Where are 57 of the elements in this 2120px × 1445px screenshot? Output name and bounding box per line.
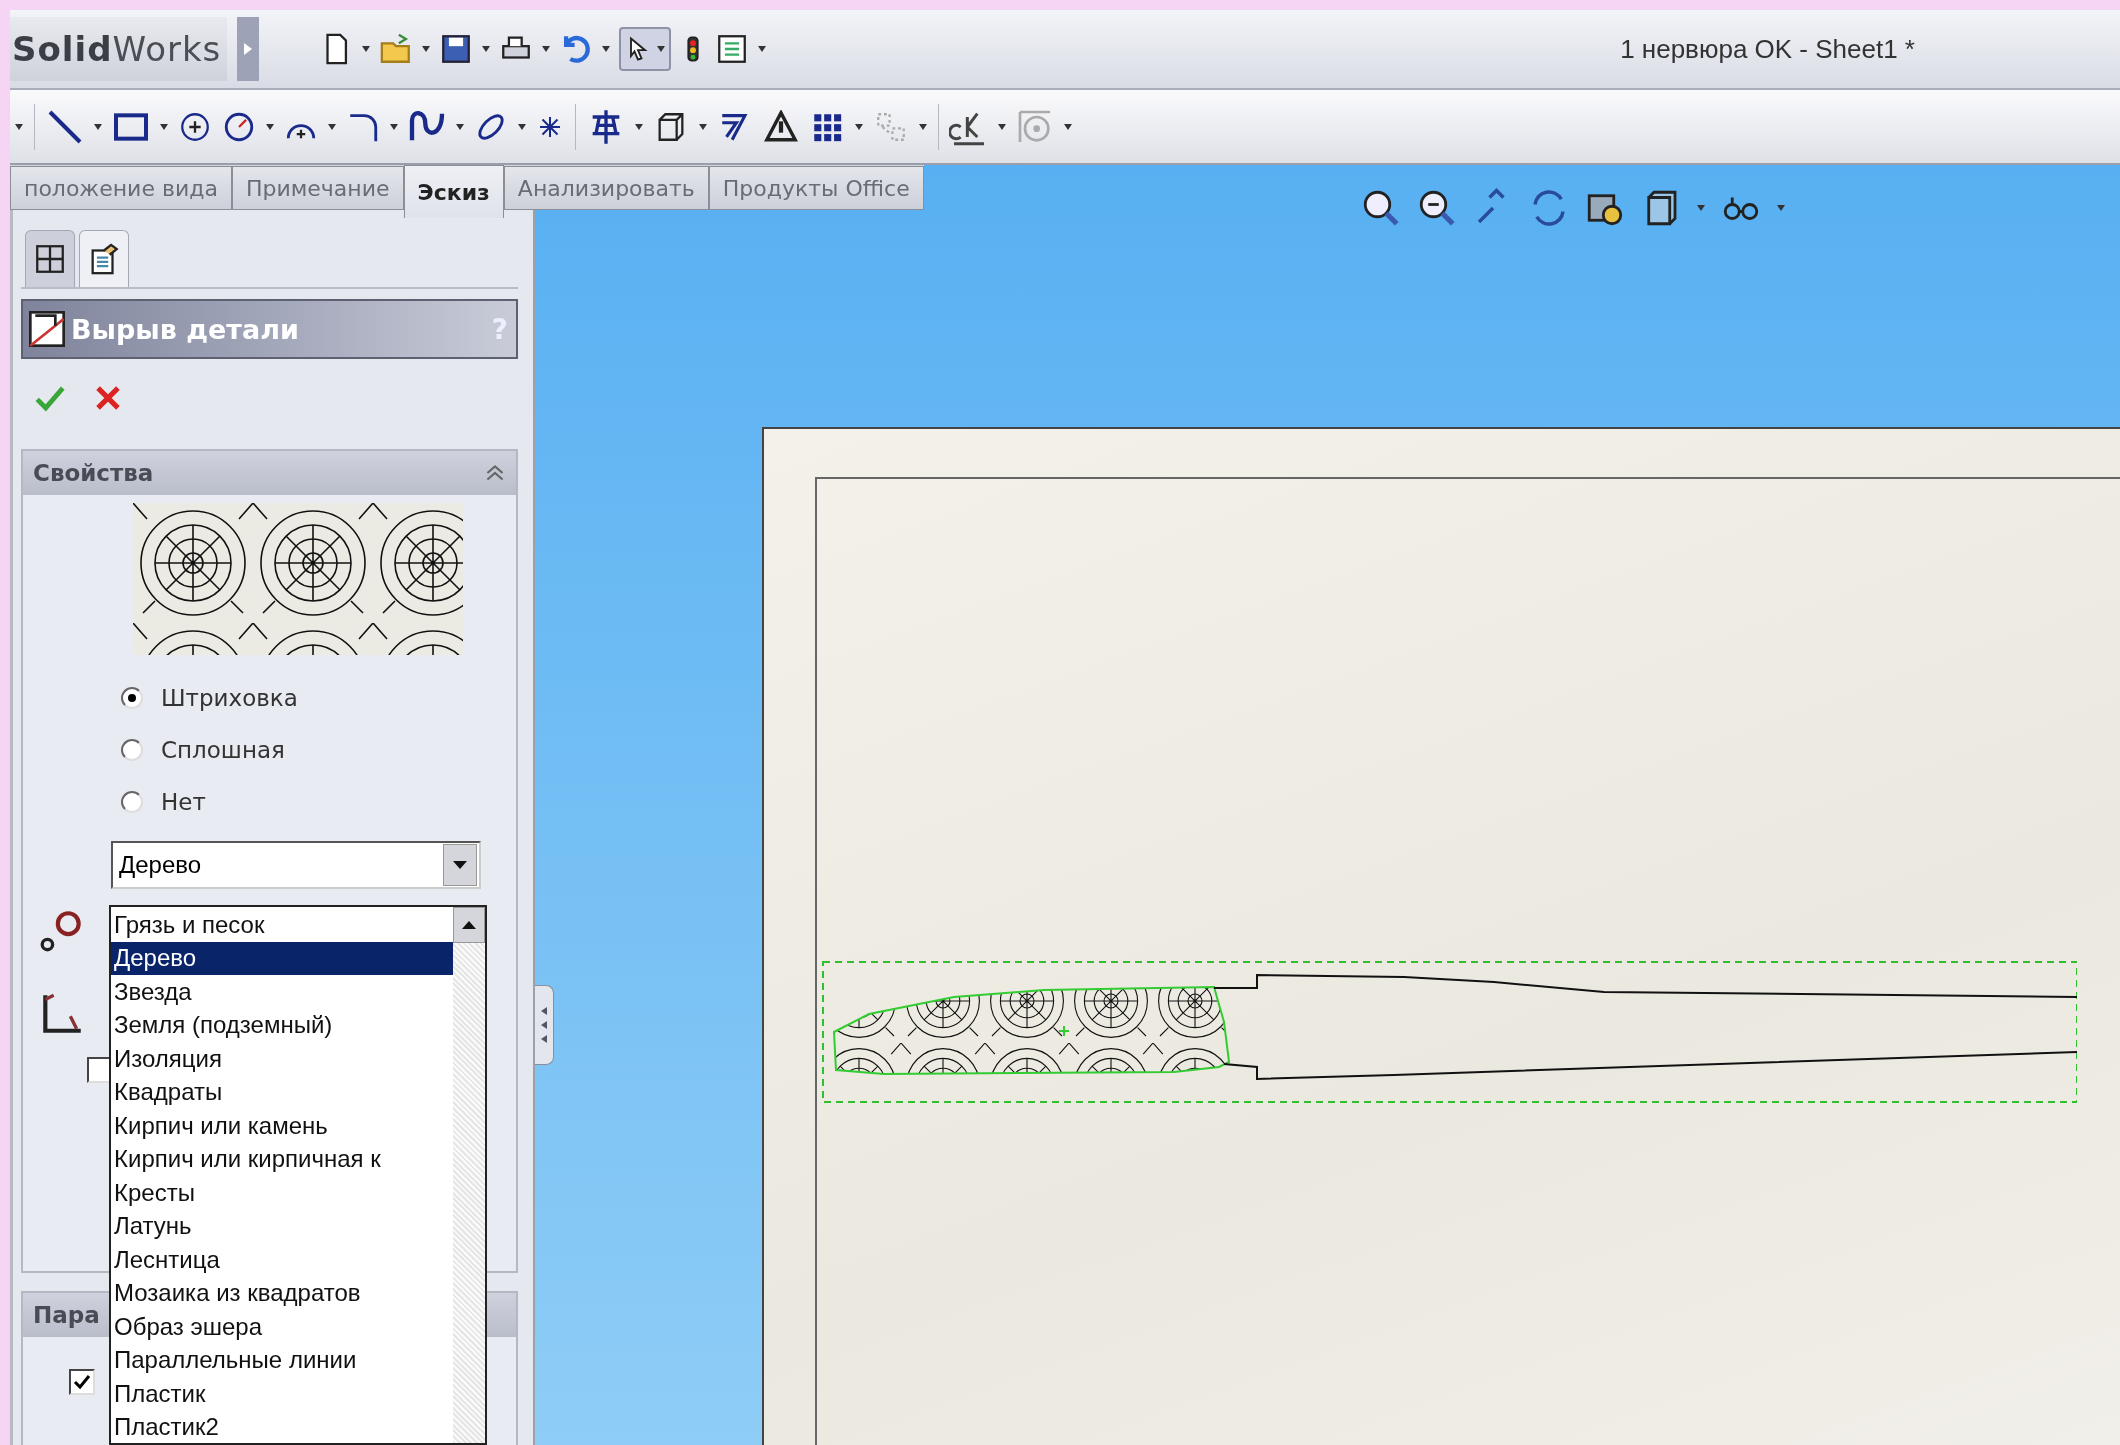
pattern-dropdown[interactable]: Дерево [111,841,481,889]
caret-icon[interactable] [361,45,371,53]
feature-tree-icon[interactable] [33,242,67,276]
caret-icon[interactable] [1696,204,1706,212]
command-tab[interactable]: положение вида [10,166,232,210]
caret-icon[interactable] [1063,122,1073,131]
radio-button[interactable] [121,739,143,761]
panel-collapse-handle[interactable] [535,985,554,1065]
caret-icon[interactable] [455,122,465,131]
caret-right-icon [243,42,253,56]
save-icon[interactable] [439,32,473,66]
command-tab[interactable]: Эскиз [403,165,504,218]
checkbox[interactable] [69,1369,95,1395]
caret-icon[interactable] [757,45,767,53]
caret-icon[interactable] [421,45,431,53]
app-logo: SolidWorks [10,17,227,81]
warning-icon[interactable] [762,109,800,144]
window-title: 1 нервюра OK - Sheet1 * [1620,33,1915,65]
radio-button[interactable] [121,687,143,709]
panel-tab[interactable] [79,230,129,287]
caret-icon[interactable] [854,122,864,131]
caret-icon[interactable] [389,122,399,131]
options-list-icon[interactable] [715,32,749,66]
caret-icon[interactable] [656,45,666,53]
caret-icon[interactable] [997,122,1007,131]
radio-button[interactable] [121,791,143,813]
command-tab[interactable]: Продукты Office [708,166,924,210]
caret-icon[interactable] [541,45,551,53]
panel-tab[interactable] [25,230,75,287]
caret-up-icon [461,920,477,930]
panel-title: Вырыв детали [71,313,300,345]
caret-icon[interactable] [698,122,708,131]
list-item[interactable]: Дерево [111,941,453,975]
group-title: Свойства [33,460,154,486]
caret-icon[interactable] [93,122,103,131]
caret-icon[interactable] [265,122,275,131]
caret-icon[interactable] [14,122,24,131]
radio-label: Штриховка [161,685,298,711]
check-mark-icon [73,1373,91,1391]
caret-icon[interactable] [601,45,611,53]
caret-icon[interactable] [1776,204,1786,212]
caret-icon [452,860,468,870]
folder-icon[interactable] [379,32,413,66]
caret-icon[interactable] [918,122,928,131]
radio-label: Нет [161,789,206,815]
caret-icon[interactable] [517,122,527,131]
radio-label: Сплошная [161,737,285,763]
caret-icon[interactable] [634,122,644,131]
command-tab[interactable]: Анализировать [503,166,709,210]
group-title: Пара [33,1302,100,1328]
caret-icon[interactable] [481,45,491,53]
command-tab[interactable]: Примечание [231,166,404,210]
caret-icon[interactable] [159,122,169,131]
group-header[interactable]: Свойства [23,451,516,495]
caret-icon[interactable] [327,122,337,131]
scroll-up-button[interactable] [453,907,485,943]
detail-break-icon [27,309,67,349]
